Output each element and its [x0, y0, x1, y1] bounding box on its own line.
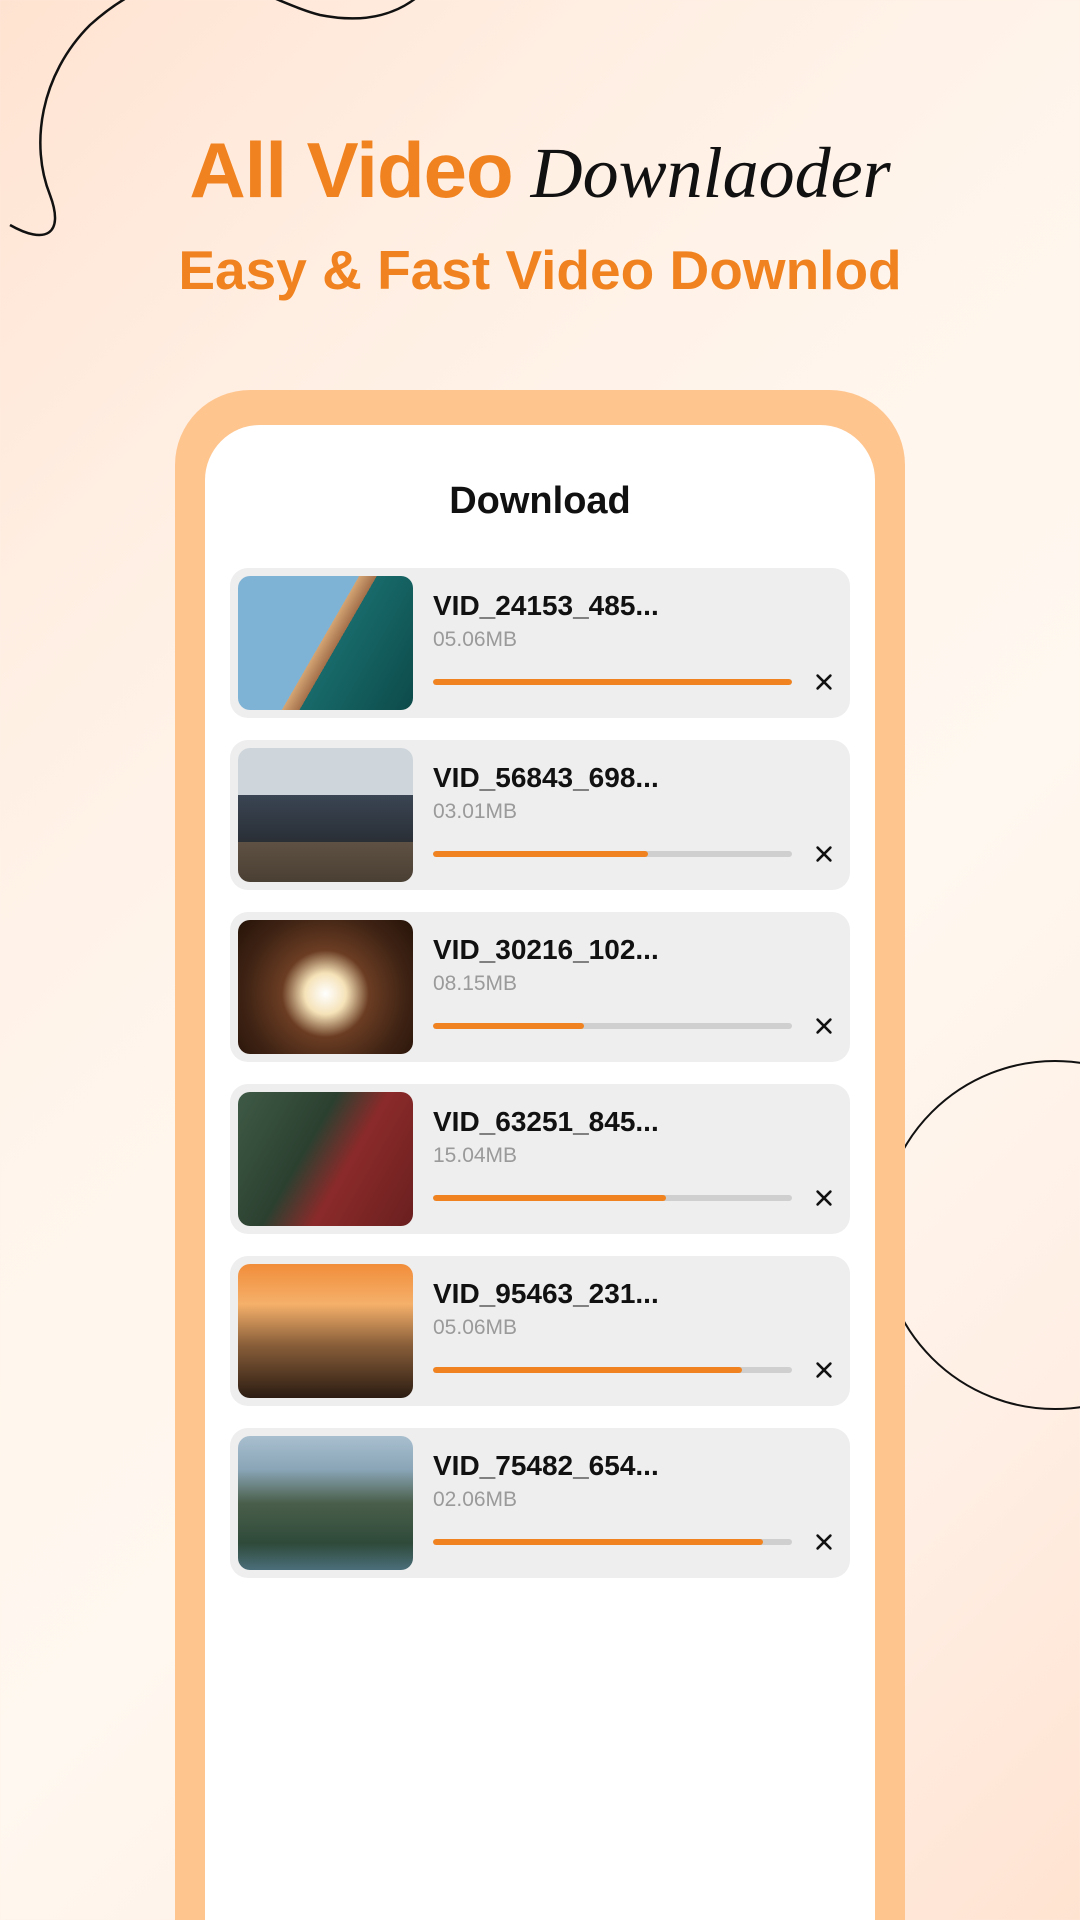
close-icon	[813, 843, 835, 865]
download-item: VID_95463_231... 05.06MB	[230, 1256, 850, 1406]
file-size: 15.04MB	[433, 1144, 838, 1168]
progress-fill	[433, 1367, 742, 1373]
progress-bar	[433, 851, 792, 857]
video-thumbnail[interactable]	[238, 1436, 413, 1570]
video-thumbnail[interactable]	[238, 1264, 413, 1398]
cancel-download-button[interactable]	[810, 1356, 838, 1384]
download-info: VID_63251_845... 15.04MB	[433, 1106, 842, 1212]
cancel-download-button[interactable]	[810, 1528, 838, 1556]
progress-fill	[433, 1195, 666, 1201]
phone-screen: Download VID_24153_485... 05.06MB VID_56…	[205, 425, 875, 1920]
hero-title-main: All Video	[189, 125, 512, 216]
progress-bar	[433, 679, 792, 685]
download-info: VID_30216_102... 08.15MB	[433, 934, 842, 1040]
cancel-download-button[interactable]	[810, 1184, 838, 1212]
file-name: VID_75482_654...	[433, 1450, 838, 1482]
cancel-download-button[interactable]	[810, 840, 838, 868]
file-size: 05.06MB	[433, 628, 838, 652]
page-title: Download	[230, 480, 850, 523]
video-thumbnail[interactable]	[238, 748, 413, 882]
file-size: 02.06MB	[433, 1488, 838, 1512]
download-item: VID_75482_654... 02.06MB	[230, 1428, 850, 1578]
close-icon	[813, 1187, 835, 1209]
decorative-circle-icon	[880, 1060, 1080, 1410]
download-info: VID_24153_485... 05.06MB	[433, 590, 842, 696]
video-thumbnail[interactable]	[238, 1092, 413, 1226]
download-list: VID_24153_485... 05.06MB VID_56843_698..…	[230, 568, 850, 1578]
file-name: VID_24153_485...	[433, 590, 838, 622]
file-size: 05.06MB	[433, 1316, 838, 1340]
download-item: VID_56843_698... 03.01MB	[230, 740, 850, 890]
hero-subtitle: Easy & Fast Video Downlod	[0, 238, 1080, 302]
progress-bar	[433, 1539, 792, 1545]
download-item: VID_24153_485... 05.06MB	[230, 568, 850, 718]
progress-fill	[433, 1539, 763, 1545]
file-name: VID_95463_231...	[433, 1278, 838, 1310]
close-icon	[813, 1015, 835, 1037]
cancel-download-button[interactable]	[810, 668, 838, 696]
video-thumbnail[interactable]	[238, 920, 413, 1054]
cancel-download-button[interactable]	[810, 1012, 838, 1040]
progress-fill	[433, 1023, 584, 1029]
video-thumbnail[interactable]	[238, 576, 413, 710]
phone-frame: Download VID_24153_485... 05.06MB VID_56…	[175, 390, 905, 1920]
file-name: VID_30216_102...	[433, 934, 838, 966]
download-info: VID_95463_231... 05.06MB	[433, 1278, 842, 1384]
download-info: VID_75482_654... 02.06MB	[433, 1450, 842, 1556]
download-item: VID_30216_102... 08.15MB	[230, 912, 850, 1062]
progress-bar	[433, 1367, 792, 1373]
file-name: VID_56843_698...	[433, 762, 838, 794]
close-icon	[813, 671, 835, 693]
download-item: VID_63251_845... 15.04MB	[230, 1084, 850, 1234]
download-info: VID_56843_698... 03.01MB	[433, 762, 842, 868]
file-size: 03.01MB	[433, 800, 838, 824]
progress-fill	[433, 679, 792, 685]
file-size: 08.15MB	[433, 972, 838, 996]
close-icon	[813, 1359, 835, 1381]
file-name: VID_63251_845...	[433, 1106, 838, 1138]
progress-fill	[433, 851, 648, 857]
close-icon	[813, 1531, 835, 1553]
progress-bar	[433, 1195, 792, 1201]
hero-header: All Video Downlaoder Easy & Fast Video D…	[0, 0, 1080, 302]
progress-bar	[433, 1023, 792, 1029]
hero-title-script: Downlaoder	[531, 132, 891, 215]
